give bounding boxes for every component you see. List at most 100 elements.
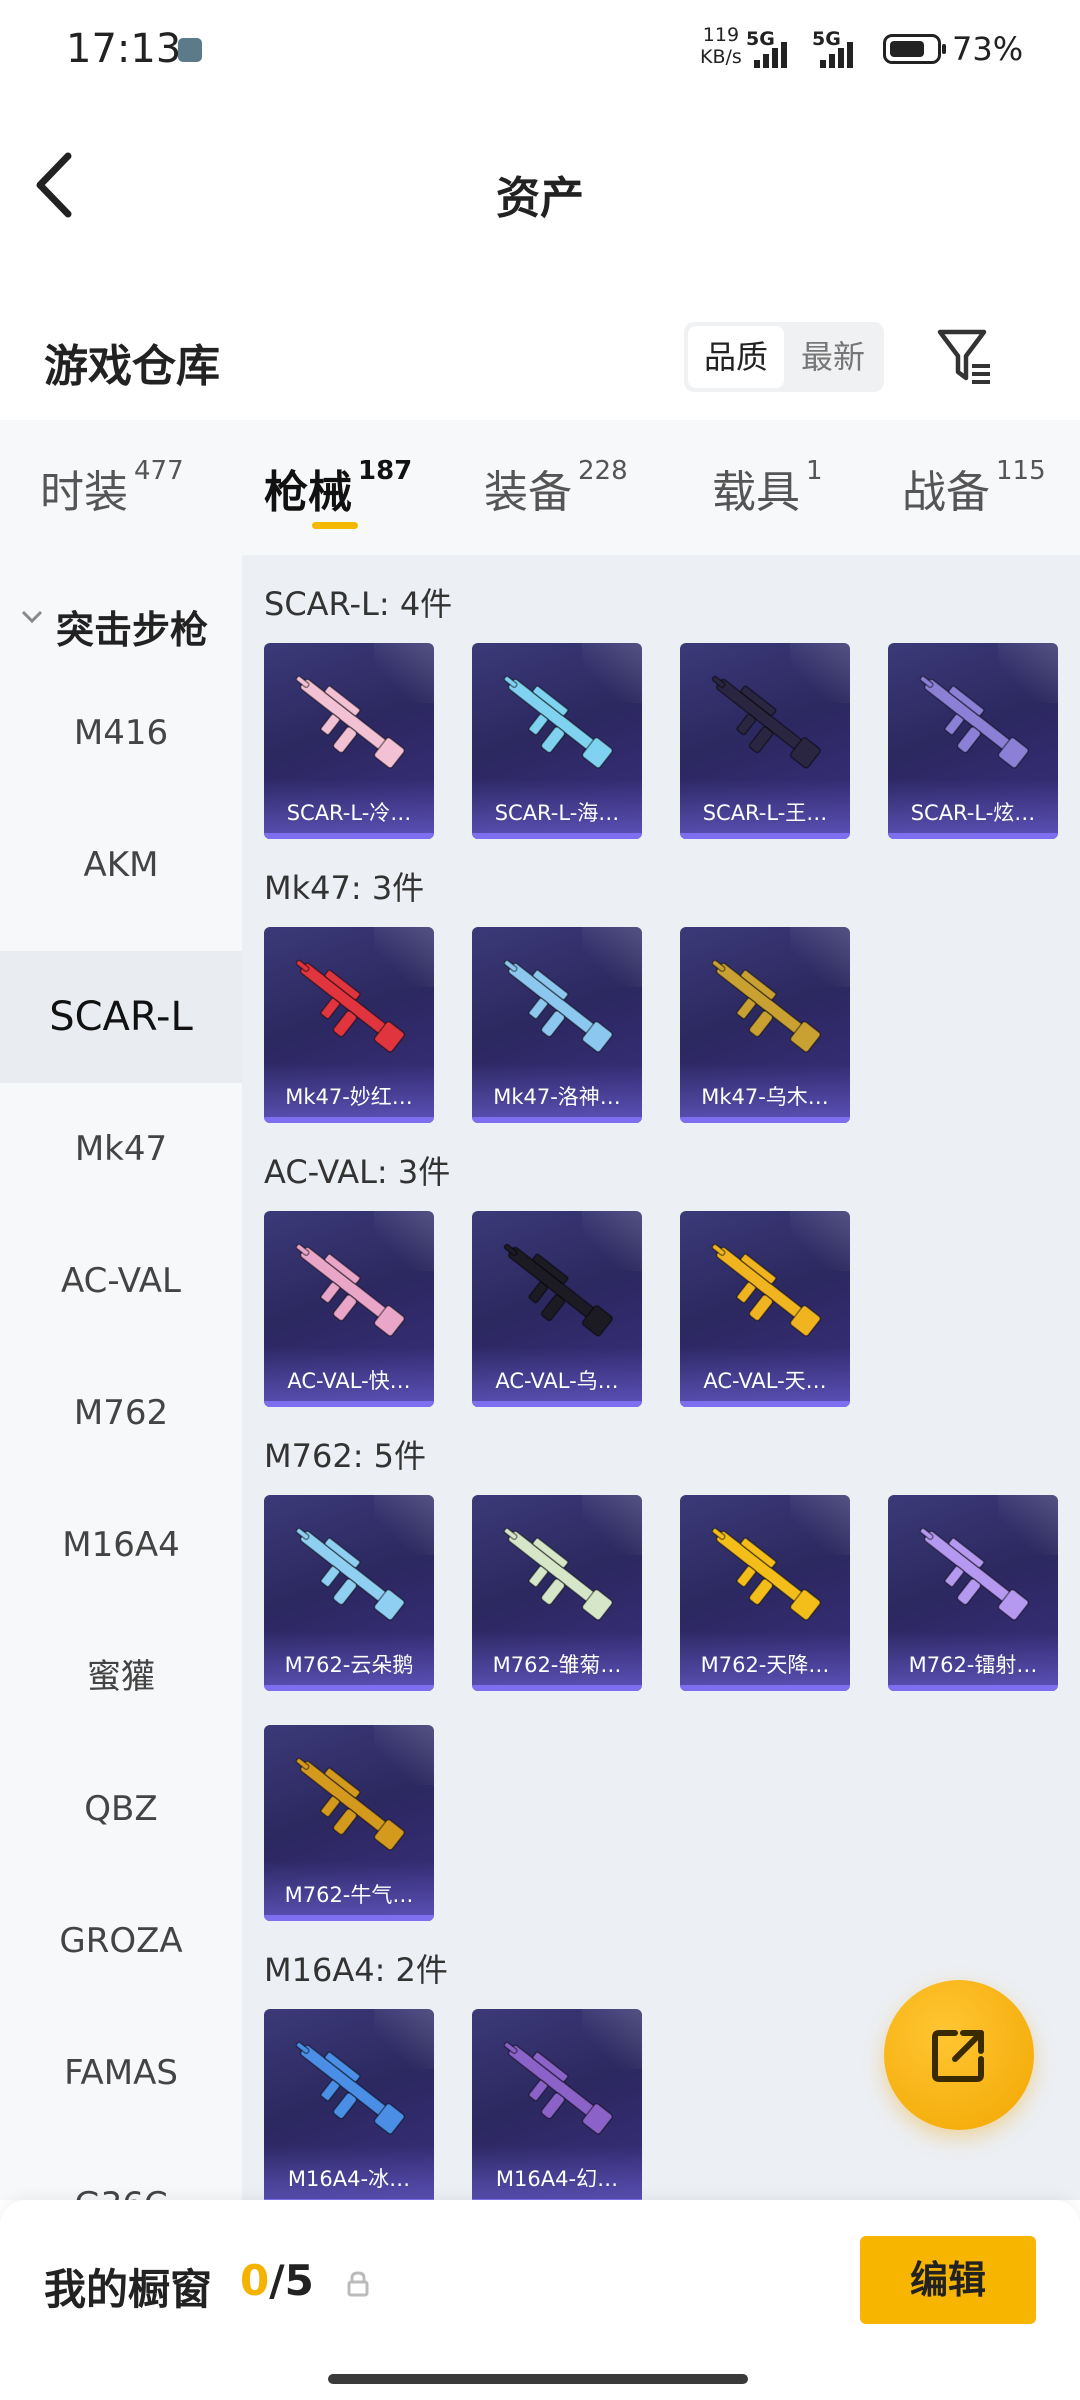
rifle-skin-image bbox=[919, 1527, 1029, 1621]
skin-card[interactable]: Mk47-妙红… bbox=[264, 927, 434, 1123]
skin-card[interactable]: M762-雏菊… bbox=[472, 1495, 642, 1691]
filter-icon bbox=[937, 329, 990, 384]
skin-name: M16A4-冰… bbox=[287, 2167, 411, 2191]
sidebar-item-g36c[interactable]: G36C bbox=[0, 2139, 242, 2200]
sidebar-item-honey-badger[interactable]: 蜜獾 bbox=[0, 1611, 242, 1743]
showcase-bar: 我的橱窗 0/5 编辑 bbox=[0, 2200, 1080, 2400]
tab-fashion[interactable]: 时装 477 bbox=[40, 456, 184, 520]
skin-card[interactable]: Mk47-洛神… bbox=[472, 927, 642, 1123]
rifle-skin-image bbox=[295, 1527, 405, 1621]
skin-card[interactable]: SCAR-L-海… bbox=[472, 643, 642, 839]
rifle-skin-image bbox=[503, 675, 613, 769]
status-bar: 17:13 119 KB/s 5G 5G 73% bbox=[66, 24, 1024, 72]
section-title-m16a4: M16A4: 2件 bbox=[264, 1951, 448, 1989]
page-title: 资产 bbox=[496, 173, 584, 224]
skin-name: SCAR-L-海… bbox=[494, 801, 620, 825]
skin-name: Mk47-洛神… bbox=[493, 1085, 621, 1109]
skin-name: Mk47-妙红… bbox=[285, 1085, 413, 1109]
tab-equipment[interactable]: 装备 228 bbox=[484, 456, 628, 520]
sidebar-item-m16a4[interactable]: M16A4 bbox=[0, 1479, 242, 1611]
warehouse-title: 游戏仓库 bbox=[44, 341, 220, 392]
category-tabs: 时装 477 枪械 187 装备 228 载具 1 战备 115 bbox=[0, 420, 1080, 555]
rifle-skin-image bbox=[503, 959, 613, 1053]
rifle-skin-image bbox=[503, 2041, 613, 2135]
rifle-skin-image bbox=[503, 1243, 613, 1337]
skin-card[interactable]: AC-VAL-快… bbox=[264, 1211, 434, 1407]
skin-name: AC-VAL-天… bbox=[703, 1369, 827, 1393]
skin-card[interactable]: M762-天降… bbox=[680, 1495, 850, 1691]
sidebar-item-qbz[interactable]: QBZ bbox=[0, 1743, 242, 1875]
section-title-mk47: Mk47: 3件 bbox=[264, 869, 425, 907]
home-indicator[interactable] bbox=[328, 2374, 748, 2384]
edit-button[interactable]: 编辑 bbox=[860, 2236, 1036, 2324]
section-title-ac-val: AC-VAL: 3件 bbox=[264, 1153, 451, 1191]
skin-card[interactable]: SCAR-L-王… bbox=[680, 643, 850, 839]
tab-firearms[interactable]: 枪械 187 bbox=[264, 456, 412, 520]
skin-card[interactable]: M16A4-冰… bbox=[264, 2009, 434, 2200]
skin-name: M762-雏菊… bbox=[492, 1653, 622, 1677]
battery-icon bbox=[883, 34, 946, 64]
section-title-m762: M762: 5件 bbox=[264, 1437, 427, 1475]
rifle-skin-image bbox=[295, 1757, 405, 1851]
active-tab-indicator bbox=[312, 522, 358, 529]
skin-card[interactable]: M762-牛气… bbox=[264, 1725, 434, 1921]
sort-toggle: 品质 最新 bbox=[684, 322, 884, 392]
share-button[interactable] bbox=[884, 1980, 1034, 2130]
weapon-type-sidebar: 突击步枪 M416 AKM SCAR-L Mk47 AC-VAL M762 M1… bbox=[0, 555, 242, 2200]
skin-card[interactable]: SCAR-L-炫… bbox=[888, 643, 1058, 839]
lock-icon bbox=[347, 2271, 369, 2297]
battery-percent: 73% bbox=[952, 30, 1024, 68]
share-export-icon bbox=[932, 2030, 984, 2082]
sidebar-item-m762[interactable]: M762 bbox=[0, 1347, 242, 1479]
skin-card[interactable]: Mk47-乌木… bbox=[680, 927, 850, 1123]
skin-card[interactable]: M16A4-幻… bbox=[472, 2009, 642, 2200]
skin-name: SCAR-L-冷… bbox=[286, 801, 412, 825]
sidebar-item-famas[interactable]: FAMAS bbox=[0, 2007, 242, 2139]
skin-name: Mk47-乌木… bbox=[701, 1085, 829, 1109]
tab-supplies[interactable]: 战备 115 bbox=[902, 456, 1046, 520]
skin-name: M762-牛气… bbox=[284, 1883, 414, 1907]
showcase-count: 0/5 bbox=[240, 2256, 314, 2305]
skin-name: M762-镭射… bbox=[908, 1653, 1038, 1677]
rifle-skin-image bbox=[711, 1243, 821, 1337]
warehouse-header: 游戏仓库 品质 最新 bbox=[0, 310, 1080, 420]
sidebar-item-scar-l[interactable]: SCAR-L bbox=[0, 951, 242, 1083]
rifle-skin-image bbox=[711, 959, 821, 1053]
sort-by-newest-button[interactable]: 最新 bbox=[784, 322, 882, 392]
skin-name: M762-云朵鹅 bbox=[284, 1653, 414, 1677]
rifle-skin-image bbox=[295, 959, 405, 1053]
network-speed: 119 KB/s bbox=[700, 24, 742, 68]
skin-name: SCAR-L-王… bbox=[702, 801, 828, 825]
section-title-scar-l: SCAR-L: 4件 bbox=[264, 585, 453, 623]
rifle-skin-image bbox=[295, 1243, 405, 1337]
skin-card[interactable]: M762-镭射… bbox=[888, 1495, 1058, 1691]
app-header: 资产 bbox=[0, 100, 1080, 280]
status-time: 17:13 bbox=[66, 26, 182, 72]
notification-app-icon bbox=[178, 38, 202, 62]
rifle-skin-image bbox=[295, 2041, 405, 2135]
rifle-skin-image bbox=[919, 675, 1029, 769]
tab-vehicles[interactable]: 载具 1 bbox=[712, 456, 823, 520]
skin-name: SCAR-L-炫… bbox=[910, 801, 1036, 825]
sidebar-item-groza[interactable]: GROZA bbox=[0, 1875, 242, 2007]
skin-card[interactable]: AC-VAL-乌… bbox=[472, 1211, 642, 1407]
skin-card[interactable]: M762-云朵鹅 bbox=[264, 1495, 434, 1691]
weapon-skin-list: SCAR-L: 4件 SCAR-L-冷… SCAR-L-海… SCAR-L-王…… bbox=[242, 555, 1080, 2200]
skin-name: M16A4-幻… bbox=[495, 2167, 619, 2191]
skin-card[interactable]: AC-VAL-天… bbox=[680, 1211, 850, 1407]
chevron-down-icon bbox=[21, 610, 43, 624]
showcase-label: 我的橱窗 bbox=[44, 2265, 213, 2314]
sidebar-item-m416[interactable]: M416 bbox=[0, 667, 242, 799]
filter-button[interactable] bbox=[934, 324, 994, 388]
sort-by-quality-button[interactable]: 品质 bbox=[688, 326, 784, 388]
sidebar-item-mk47[interactable]: Mk47 bbox=[0, 1083, 242, 1215]
sidebar-group-assault-rifles[interactable]: 突击步枪 bbox=[0, 595, 242, 655]
sidebar-item-akm[interactable]: AKM bbox=[0, 799, 242, 931]
skin-card[interactable]: SCAR-L-冷… bbox=[264, 643, 434, 839]
sidebar-item-ac-val[interactable]: AC-VAL bbox=[0, 1215, 242, 1347]
rifle-skin-image bbox=[711, 1527, 821, 1621]
rifle-skin-image bbox=[711, 675, 821, 769]
rifle-skin-image bbox=[503, 1527, 613, 1621]
skin-name: M762-天降… bbox=[700, 1653, 830, 1677]
skin-name: AC-VAL-乌… bbox=[495, 1369, 619, 1393]
